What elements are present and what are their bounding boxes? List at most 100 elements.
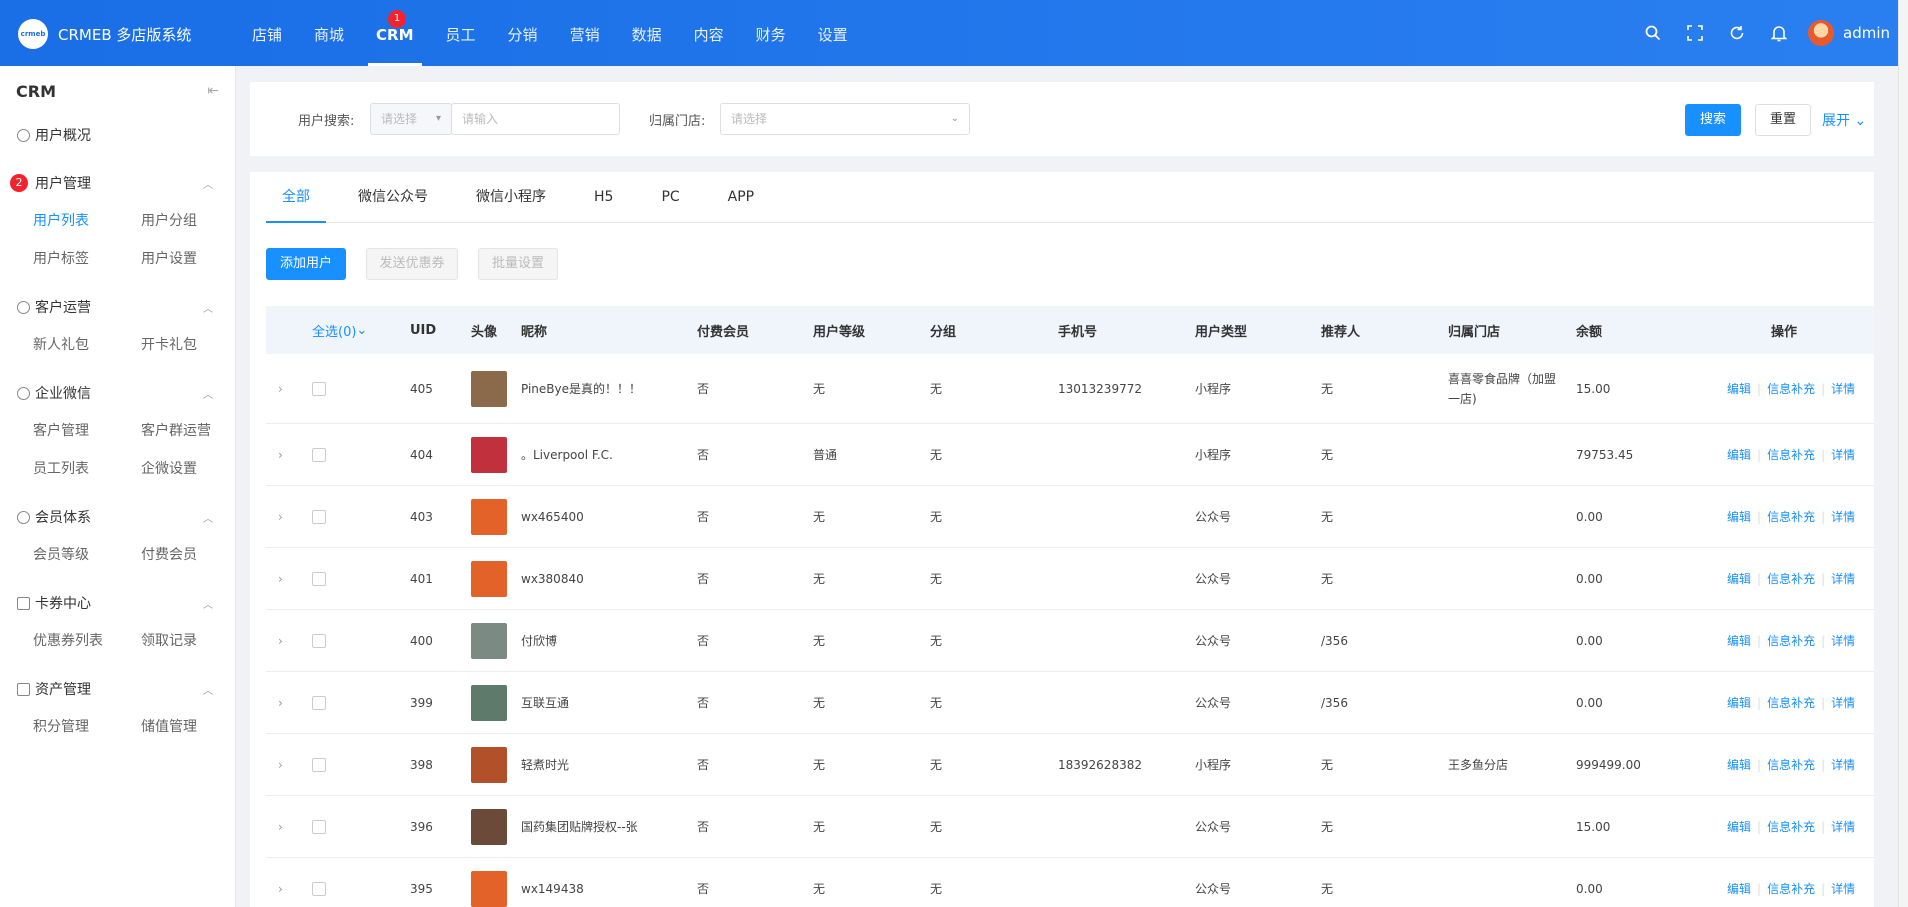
supplement-info-link[interactable]: 信息补充 bbox=[1767, 756, 1815, 773]
nav-item-9[interactable]: 设置 bbox=[802, 0, 864, 66]
table-row[interactable]: › 405 PineBye是真的！！！ 否 无 无 13013239772 小程序 无 喜喜零食品… bbox=[266, 354, 1874, 424]
user-avatar[interactable] bbox=[1808, 20, 1834, 46]
tab-3[interactable]: H5 bbox=[578, 172, 629, 222]
detail-link[interactable]: 详情 bbox=[1831, 818, 1855, 835]
nav-item-2[interactable]: CRM 1 bbox=[360, 0, 430, 66]
nav-item-6[interactable]: 数据 bbox=[616, 0, 678, 66]
edit-link[interactable]: 编辑 bbox=[1727, 880, 1751, 897]
tab-1[interactable]: 微信公众号 bbox=[342, 172, 444, 222]
row-checkbox[interactable] bbox=[312, 881, 326, 896]
detail-link[interactable]: 详情 bbox=[1831, 570, 1855, 587]
sidebar-item[interactable]: 员工列表 bbox=[33, 450, 141, 488]
expand-row-icon[interactable]: › bbox=[278, 424, 283, 485]
supplement-info-link[interactable]: 信息补充 bbox=[1767, 632, 1815, 649]
table-row[interactable]: › 398 轻煮时光 否 无 无 18392628382 小程序 无 王多鱼分店 999499.00… bbox=[266, 734, 1874, 796]
sidebar-item[interactable]: 优惠券列表 bbox=[33, 622, 141, 660]
tab-0[interactable]: 全部 bbox=[266, 172, 326, 223]
nav-item-8[interactable]: 财务 bbox=[740, 0, 802, 66]
table-row[interactable]: › 400 付欣博 否 无 无 公众号/356 0.00 编辑 | 信息补充 | 详情 bbox=[266, 610, 1874, 672]
edit-link[interactable]: 编辑 bbox=[1727, 694, 1751, 711]
store-select[interactable]: 请选择 ⌄ bbox=[720, 103, 970, 135]
edit-link[interactable]: 编辑 bbox=[1727, 632, 1751, 649]
tab-4[interactable]: PC bbox=[645, 172, 695, 222]
detail-link[interactable]: 详情 bbox=[1831, 508, 1855, 525]
sidebar-group-2[interactable]: 客户运营 ︿ bbox=[0, 288, 235, 326]
row-checkbox[interactable] bbox=[312, 819, 326, 834]
row-checkbox[interactable] bbox=[312, 381, 326, 396]
sidebar-item[interactable]: 开卡礼包 bbox=[141, 326, 249, 364]
nav-item-5[interactable]: 营销 bbox=[554, 0, 616, 66]
sidebar-group-3[interactable]: 企业微信 ︿ bbox=[0, 374, 235, 412]
sidebar-group-4[interactable]: 会员体系 ︿ bbox=[0, 498, 235, 536]
row-checkbox[interactable] bbox=[312, 509, 326, 524]
edit-link[interactable]: 编辑 bbox=[1727, 508, 1751, 525]
expand-row-icon[interactable]: › bbox=[278, 734, 283, 795]
sidebar-group-6[interactable]: 资产管理 ︿ bbox=[0, 670, 235, 708]
sidebar-item[interactable]: 付费会员 bbox=[141, 536, 249, 574]
sidebar-item[interactable]: 用户列表 bbox=[33, 202, 141, 240]
detail-link[interactable]: 详情 bbox=[1831, 756, 1855, 773]
detail-link[interactable]: 详情 bbox=[1831, 880, 1855, 897]
expand-row-icon[interactable]: › bbox=[278, 548, 283, 609]
bell-icon[interactable] bbox=[1758, 0, 1800, 66]
row-checkbox[interactable] bbox=[312, 695, 326, 710]
sidebar-group-1[interactable]: 2 用户管理 ︿ bbox=[0, 164, 235, 202]
nav-item-0[interactable]: 店铺 bbox=[236, 0, 298, 66]
expand-row-icon[interactable]: › bbox=[278, 354, 283, 423]
select-all[interactable]: 全选(0) ⌄ bbox=[312, 306, 367, 354]
row-checkbox[interactable] bbox=[312, 447, 326, 462]
batch-settings-button[interactable]: 批量设置 bbox=[478, 248, 558, 280]
brand[interactable]: crmeb CRMEB 多店版系统 bbox=[18, 19, 191, 49]
edit-link[interactable]: 编辑 bbox=[1727, 446, 1751, 463]
sidebar-item[interactable]: 会员等级 bbox=[33, 536, 141, 574]
sidebar-item[interactable]: 积分管理 bbox=[33, 708, 141, 746]
detail-link[interactable]: 详情 bbox=[1831, 632, 1855, 649]
sidebar-item[interactable]: 领取记录 bbox=[141, 622, 249, 660]
search-type-select[interactable]: 请选择 ▾ bbox=[370, 103, 452, 135]
row-checkbox[interactable] bbox=[312, 633, 326, 648]
table-row[interactable]: › 396 国药集团贴牌授权--张 否 无 无 公众号 无 15.00 编辑 | 信息补充 | 详情 bbox=[266, 796, 1874, 858]
search-button[interactable]: 搜索 bbox=[1685, 104, 1741, 136]
sidebar-item[interactable]: 客户管理 bbox=[33, 412, 141, 450]
fullscreen-icon[interactable] bbox=[1674, 0, 1716, 66]
collapse-icon[interactable]: ⇤ bbox=[207, 83, 219, 99]
table-row[interactable]: › 399 互联互通 否 无 无 公众号/356 0.00 编辑 | 信息补充 | 详情 bbox=[266, 672, 1874, 734]
edit-link[interactable]: 编辑 bbox=[1727, 380, 1751, 397]
send-coupon-button[interactable]: 发送优惠券 bbox=[366, 248, 458, 280]
detail-link[interactable]: 详情 bbox=[1831, 446, 1855, 463]
sidebar-item[interactable]: 用户标签 bbox=[33, 240, 141, 278]
supplement-info-link[interactable]: 信息补充 bbox=[1767, 446, 1815, 463]
table-row[interactable]: › 404 。Liverpool F.C. 否 普通 无 小程序 无 79753.45 编辑 | 信息… bbox=[266, 424, 1874, 486]
detail-link[interactable]: 详情 bbox=[1831, 380, 1855, 397]
reset-button[interactable]: 重置 bbox=[1755, 104, 1811, 136]
table-row[interactable]: › 401 wx380840 否 无 无 公众号 无 0.00 编辑 | 信息补充 | 详情 bbox=[266, 548, 1874, 610]
expand-link[interactable]: 展开 ⌄ bbox=[1822, 110, 1866, 130]
sidebar-group-0[interactable]: 用户概况 bbox=[0, 116, 235, 154]
row-checkbox[interactable] bbox=[312, 571, 326, 586]
user-name[interactable]: admin bbox=[1843, 24, 1890, 42]
expand-row-icon[interactable]: › bbox=[278, 486, 283, 547]
row-checkbox[interactable] bbox=[312, 757, 326, 772]
sidebar-group-5[interactable]: 卡券中心 ︿ bbox=[0, 584, 235, 622]
page-scrollbar[interactable] bbox=[1898, 0, 1908, 907]
search-keyword-input[interactable]: 请输入 bbox=[451, 103, 620, 135]
table-row[interactable]: › 403 wx465400 否 无 无 公众号 无 0.00 编辑 | 信息补充 | 详情 bbox=[266, 486, 1874, 548]
tab-5[interactable]: APP bbox=[712, 172, 770, 222]
table-row[interactable]: › 395 wx149438 否 无 无 公众号 无 0.00 编辑 | 信息补充 | 详情 bbox=[266, 858, 1874, 907]
add-user-button[interactable]: 添加用户 bbox=[266, 248, 346, 280]
supplement-info-link[interactable]: 信息补充 bbox=[1767, 880, 1815, 897]
sidebar-item[interactable]: 用户分组 bbox=[141, 202, 249, 240]
sidebar-item[interactable]: 新人礼包 bbox=[33, 326, 141, 364]
sidebar-item[interactable]: 客户群运营 bbox=[141, 412, 249, 450]
nav-item-3[interactable]: 员工 bbox=[430, 0, 492, 66]
expand-row-icon[interactable]: › bbox=[278, 858, 283, 907]
search-icon[interactable] bbox=[1632, 0, 1674, 66]
sidebar-item[interactable]: 用户设置 bbox=[141, 240, 249, 278]
supplement-info-link[interactable]: 信息补充 bbox=[1767, 694, 1815, 711]
supplement-info-link[interactable]: 信息补充 bbox=[1767, 508, 1815, 525]
edit-link[interactable]: 编辑 bbox=[1727, 570, 1751, 587]
supplement-info-link[interactable]: 信息补充 bbox=[1767, 380, 1815, 397]
edit-link[interactable]: 编辑 bbox=[1727, 818, 1751, 835]
nav-item-7[interactable]: 内容 bbox=[678, 0, 740, 66]
refresh-icon[interactable] bbox=[1716, 0, 1758, 66]
